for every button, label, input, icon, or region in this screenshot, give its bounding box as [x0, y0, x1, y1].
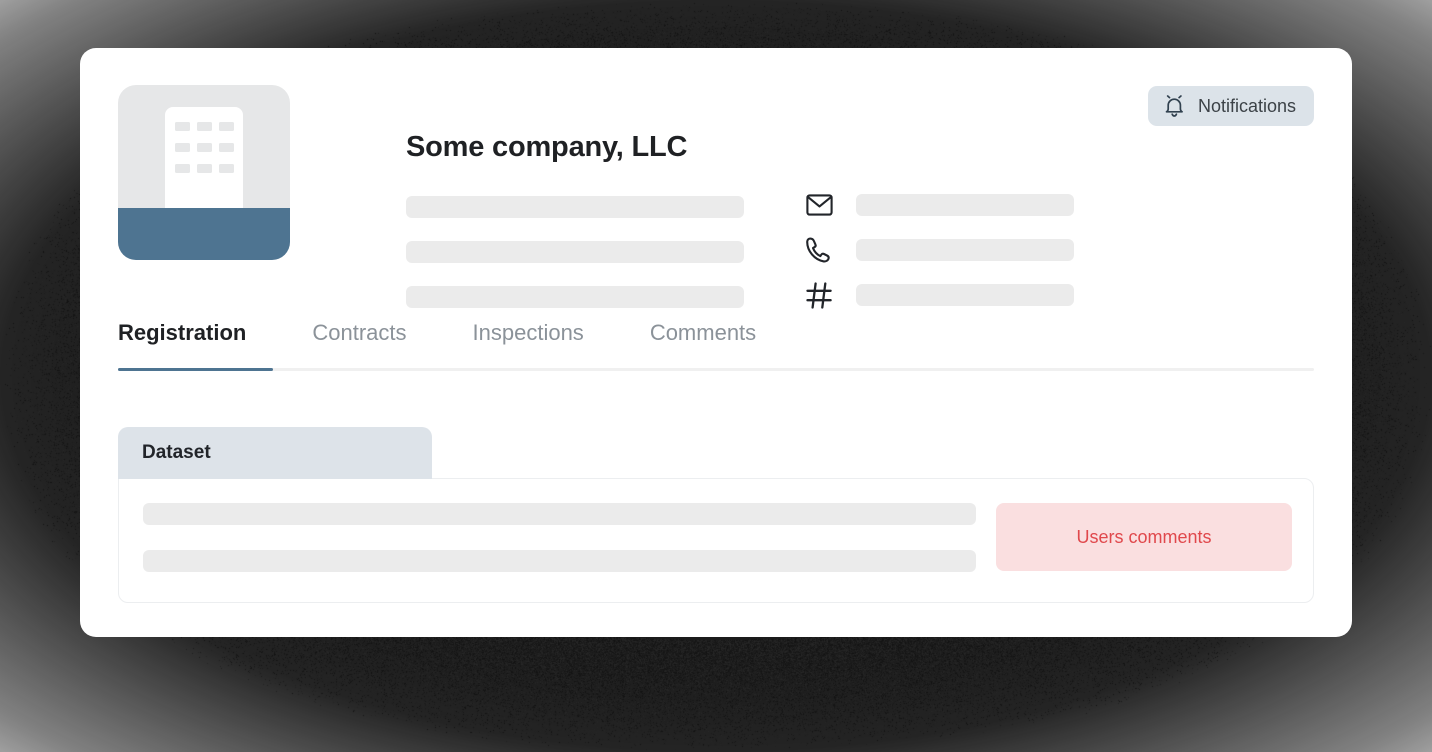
- building-window: [197, 143, 212, 152]
- phone-icon: [806, 237, 838, 263]
- envelope-icon: [806, 192, 838, 218]
- detail-placeholder-bar: [406, 241, 744, 263]
- tab-registration[interactable]: Registration: [118, 320, 246, 368]
- dataset-panel: Dataset Users comments: [118, 427, 1314, 603]
- notifications-button[interactable]: Notifications: [1148, 86, 1314, 126]
- tab-contracts[interactable]: Contracts: [312, 320, 406, 368]
- tab-comments[interactable]: Comments: [650, 320, 756, 368]
- card-header: Some company, LLC: [80, 48, 1352, 300]
- contact-row-number: [806, 284, 1074, 306]
- hash-icon: [806, 282, 838, 308]
- dataset-placeholder-bar: [143, 550, 976, 572]
- building-window: [219, 143, 234, 152]
- dataset-placeholder-bar: [143, 503, 976, 525]
- page-title: Some company, LLC: [406, 131, 687, 164]
- building-window: [219, 122, 234, 131]
- company-avatar: [118, 85, 290, 260]
- avatar-color-band: [118, 208, 290, 260]
- contact-details-list: [806, 194, 1074, 306]
- dataset-placeholder-rows: [143, 503, 976, 572]
- bell-icon: [1163, 94, 1187, 118]
- dataset-panel-body: Users comments: [118, 478, 1314, 603]
- contact-placeholder-bar: [856, 194, 1074, 216]
- tab-inspections[interactable]: Inspections: [473, 320, 584, 368]
- tab-rail: [118, 368, 1314, 371]
- building-window: [175, 164, 190, 173]
- office-building-icon: [165, 107, 243, 214]
- company-details-placeholders: [406, 196, 744, 308]
- contact-placeholder-bar: [856, 284, 1074, 306]
- detail-placeholder-bar: [406, 196, 744, 218]
- contact-row-phone: [806, 239, 1074, 261]
- profile-card: Some company, LLC: [80, 48, 1352, 637]
- building-window: [197, 122, 212, 131]
- active-tab-underline: [118, 368, 273, 371]
- building-window: [175, 122, 190, 131]
- contact-row-email: [806, 194, 1074, 216]
- dataset-tab[interactable]: Dataset: [118, 427, 432, 479]
- detail-placeholder-bar: [406, 286, 744, 308]
- building-window-row: [175, 143, 234, 152]
- building-window-row: [175, 164, 234, 173]
- building-window: [197, 164, 212, 173]
- building-window: [219, 164, 234, 173]
- tab-navigation: Registration Contracts Inspections Comme…: [118, 320, 1314, 371]
- users-comments-button[interactable]: Users comments: [996, 503, 1292, 571]
- dataset-tab-strip: Dataset: [118, 427, 1314, 479]
- tab-strip: Registration Contracts Inspections Comme…: [118, 320, 1314, 368]
- notifications-label: Notifications: [1198, 96, 1296, 117]
- building-window: [175, 143, 190, 152]
- building-window-row: [175, 122, 234, 131]
- contact-placeholder-bar: [856, 239, 1074, 261]
- users-comments-label: Users comments: [1076, 527, 1211, 548]
